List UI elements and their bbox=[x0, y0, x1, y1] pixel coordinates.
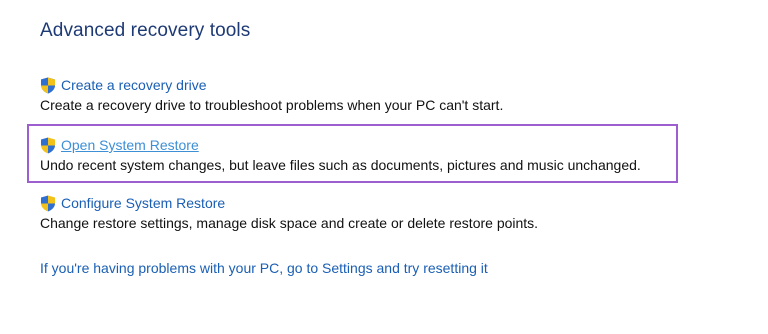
tool-configure-system-restore: Configure System Restore Change restore … bbox=[40, 193, 538, 231]
uac-shield-icon bbox=[41, 195, 55, 211]
tool-link-row[interactable]: Open System Restore bbox=[40, 135, 641, 155]
configure-system-restore-description: Change restore settings, manage disk spa… bbox=[40, 215, 539, 231]
tool-link-row[interactable]: Configure System Restore bbox=[40, 193, 538, 213]
configure-system-restore-link[interactable]: Configure System Restore bbox=[61, 195, 225, 211]
reset-pc-settings-link[interactable]: If you're having problems with your PC, … bbox=[40, 260, 488, 276]
create-recovery-drive-description: Create a recovery drive to troubleshoot … bbox=[40, 97, 504, 113]
uac-shield-icon bbox=[41, 77, 55, 93]
open-system-restore-description: Undo recent system changes, but leave fi… bbox=[40, 157, 641, 173]
uac-shield-icon bbox=[41, 137, 55, 153]
open-system-restore-link[interactable]: Open System Restore bbox=[61, 137, 199, 153]
tool-open-system-restore: Open System Restore Undo recent system c… bbox=[40, 135, 641, 173]
tool-link-row[interactable]: Create a recovery drive bbox=[40, 75, 503, 95]
page-title: Advanced recovery tools bbox=[40, 20, 251, 41]
create-recovery-drive-link[interactable]: Create a recovery drive bbox=[61, 77, 207, 93]
tool-create-recovery-drive: Create a recovery drive Create a recover… bbox=[40, 75, 503, 113]
